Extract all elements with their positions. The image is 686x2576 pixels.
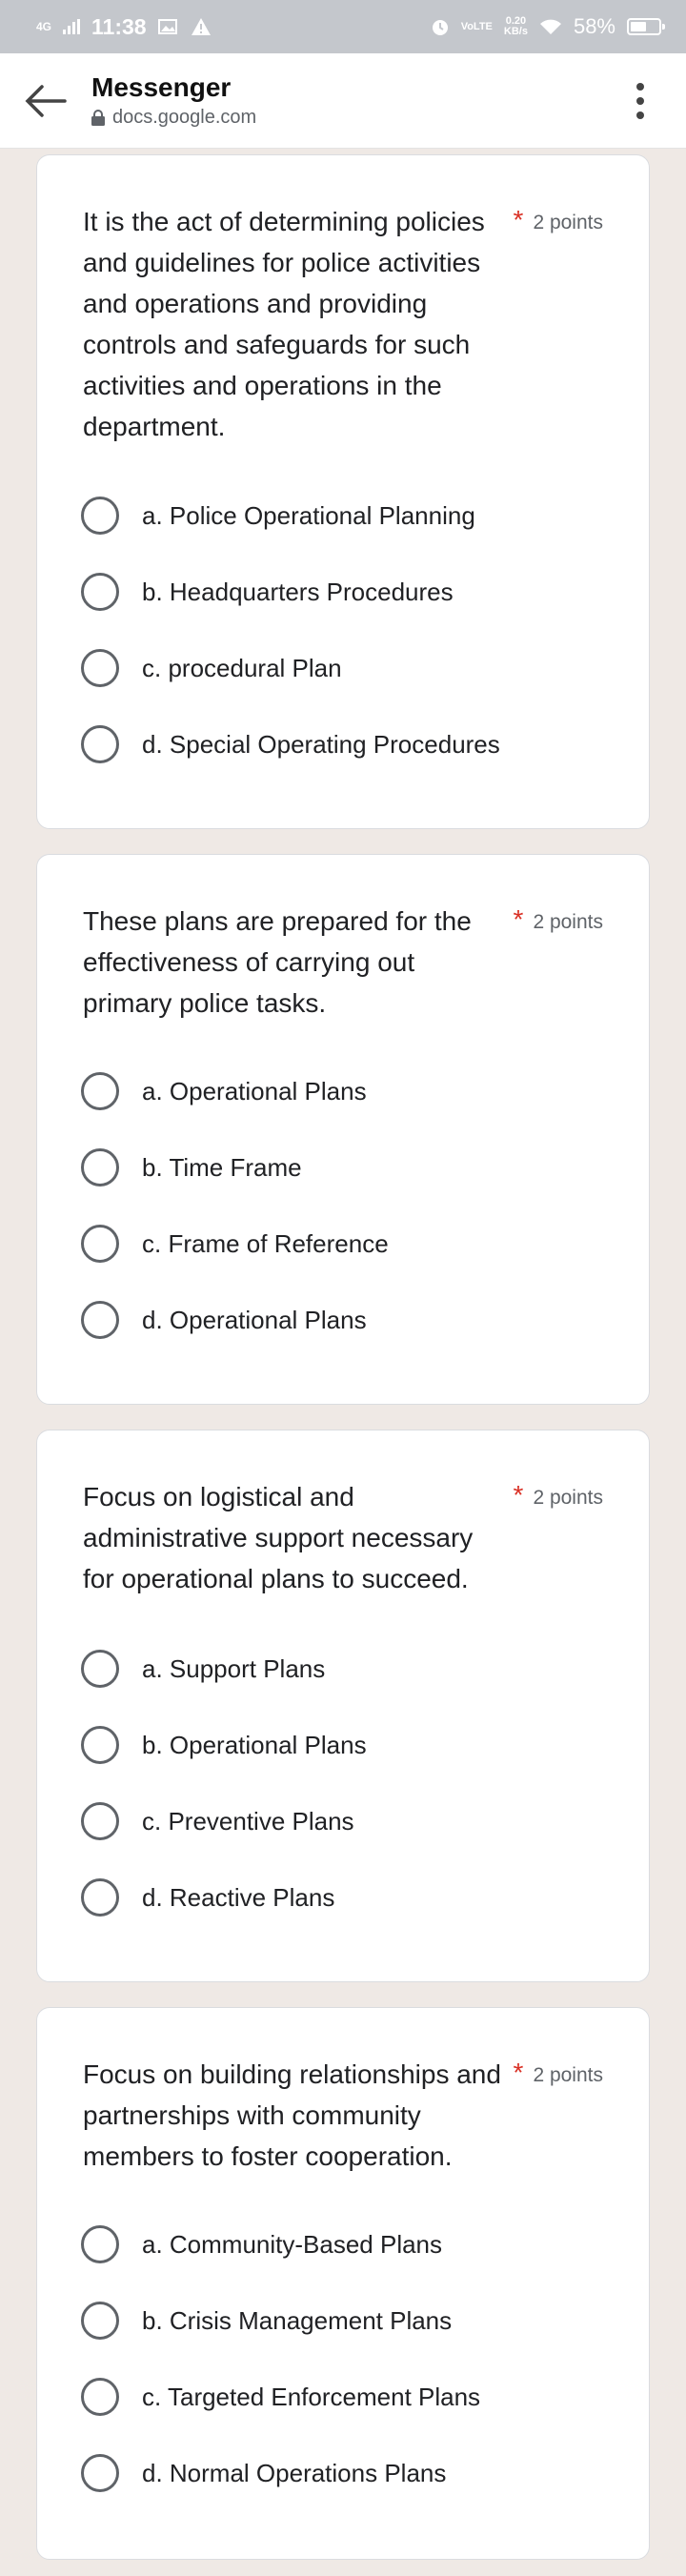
answer-option[interactable]: d. Reactive Plans — [81, 1871, 615, 1924]
volte-indicator: VoLTE — [460, 20, 493, 32]
more-options-button[interactable] — [595, 53, 686, 149]
option-label: b. Crisis Management Plans — [142, 2305, 453, 2335]
answer-option[interactable]: c. Preventive Plans — [81, 1795, 615, 1848]
title-wrap: Messenger docs.google.com — [91, 72, 595, 129]
question-card: Focus on building relationships and part… — [36, 2007, 650, 2560]
battery-fill — [631, 22, 647, 31]
answer-option[interactable]: c. procedural Plan — [81, 641, 615, 695]
points-label: 2 points — [533, 212, 603, 233]
option-label: b. Headquarters Procedures — [142, 577, 454, 606]
option-label: b. Operational Plans — [142, 1730, 367, 1759]
question-text: These plans are prepared for the effecti… — [83, 906, 472, 1018]
points-label: 2 points — [533, 2064, 603, 2086]
answer-option[interactable]: d. Special Operating Procedures — [81, 718, 615, 771]
warning-icon — [191, 18, 211, 35]
network-type: 4G — [36, 20, 52, 33]
option-label: c. procedural Plan — [142, 653, 342, 682]
option-label: d. Operational Plans — [142, 1305, 367, 1334]
radio-button[interactable] — [81, 2225, 119, 2263]
required-asterisk: * — [513, 2058, 524, 2087]
gallery-notification-icon — [157, 19, 177, 34]
points-label: 2 points — [533, 1487, 603, 1509]
question-points: * 2 points — [514, 1480, 603, 1511]
app-bar: Messenger docs.google.com — [0, 53, 686, 149]
answer-option[interactable]: b. Crisis Management Plans — [81, 2294, 615, 2347]
answer-option[interactable]: d. Operational Plans — [81, 1293, 615, 1347]
radio-button[interactable] — [81, 2454, 119, 2492]
option-label: a. Operational Plans — [142, 1076, 367, 1105]
required-asterisk: * — [513, 904, 524, 934]
status-bar: 4G 11:38 VoLTE 0.20 KB/s 58% — [0, 0, 686, 53]
question-text: Focus on logistical and administrative s… — [83, 1482, 474, 1593]
question-card: Focus on logistical and administrative s… — [36, 1430, 650, 1982]
clock: 11:38 — [91, 13, 147, 39]
status-right: VoLTE 0.20 KB/s 58% — [431, 14, 665, 39]
radio-button[interactable] — [81, 1072, 119, 1110]
option-label: c. Targeted Enforcement Plans — [142, 2382, 481, 2411]
radio-button[interactable] — [81, 573, 119, 611]
data-speed-indicator: 0.20 KB/s — [504, 16, 528, 37]
data-speed-unit: KB/s — [503, 26, 528, 37]
signal-icon — [63, 19, 81, 34]
option-label: d. Reactive Plans — [142, 1882, 335, 1912]
required-asterisk: * — [513, 1480, 524, 1510]
question-card: It is the act of determining policies an… — [36, 154, 650, 829]
battery-percent: 58% — [573, 14, 615, 38]
battery-icon — [627, 18, 665, 35]
radio-button[interactable] — [81, 1650, 119, 1688]
radio-button[interactable] — [81, 2378, 119, 2416]
option-label: c. Frame of Reference — [142, 1228, 389, 1258]
radio-button[interactable] — [81, 1878, 119, 1917]
radio-button[interactable] — [81, 497, 119, 535]
question-points: * 2 points — [514, 904, 603, 935]
radio-button[interactable] — [81, 1225, 119, 1263]
page-title: Messenger — [91, 72, 232, 102]
option-label: d. Special Operating Procedures — [142, 729, 500, 759]
wifi-icon — [539, 19, 561, 34]
question-points: * 2 points — [514, 205, 603, 235]
answer-option[interactable]: b. Headquarters Procedures — [81, 565, 615, 619]
option-label: c. Preventive Plans — [142, 1806, 354, 1836]
answer-option[interactable]: b. Operational Plans — [81, 1718, 615, 1772]
arrow-back-icon — [25, 84, 67, 117]
option-label: a. Police Operational Planning — [142, 500, 475, 530]
url-text: docs.google.com — [112, 107, 257, 128]
required-asterisk: * — [513, 205, 524, 234]
radio-button[interactable] — [81, 2302, 119, 2340]
question-text: It is the act of determining policies an… — [83, 207, 485, 441]
question-points: * 2 points — [514, 2058, 603, 2088]
answer-option[interactable]: c. Frame of Reference — [81, 1217, 615, 1270]
radio-button[interactable] — [81, 1726, 119, 1764]
option-label: d. Normal Operations Plans — [142, 2458, 447, 2487]
answer-option[interactable]: a. Support Plans — [81, 1642, 615, 1695]
lock-icon — [91, 110, 105, 126]
radio-button[interactable] — [81, 1148, 119, 1187]
answer-option[interactable]: a. Police Operational Planning — [81, 489, 615, 542]
question-card: These plans are prepared for the effecti… — [36, 854, 650, 1405]
status-left: 4G 11:38 — [36, 14, 212, 40]
answer-option[interactable]: c. Targeted Enforcement Plans — [81, 2370, 615, 2424]
points-label: 2 points — [533, 911, 603, 933]
answer-option[interactable]: d. Normal Operations Plans — [81, 2446, 615, 2500]
more-vert-icon — [636, 82, 644, 119]
radio-button[interactable] — [81, 649, 119, 687]
question-text: Focus on building relationships and part… — [83, 2059, 501, 2171]
option-label: b. Time Frame — [142, 1152, 302, 1182]
back-button[interactable] — [0, 53, 91, 149]
url-line[interactable]: docs.google.com — [91, 107, 595, 129]
answer-option[interactable]: a. Community-Based Plans — [81, 2218, 615, 2271]
radio-button[interactable] — [81, 725, 119, 763]
answer-option[interactable]: a. Operational Plans — [81, 1065, 615, 1118]
radio-button[interactable] — [81, 1802, 119, 1840]
alarm-icon — [432, 20, 448, 35]
answer-option[interactable]: b. Time Frame — [81, 1141, 615, 1194]
option-label: a. Support Plans — [142, 1653, 326, 1683]
radio-button[interactable] — [81, 1301, 119, 1339]
option-label: a. Community-Based Plans — [142, 2229, 443, 2259]
